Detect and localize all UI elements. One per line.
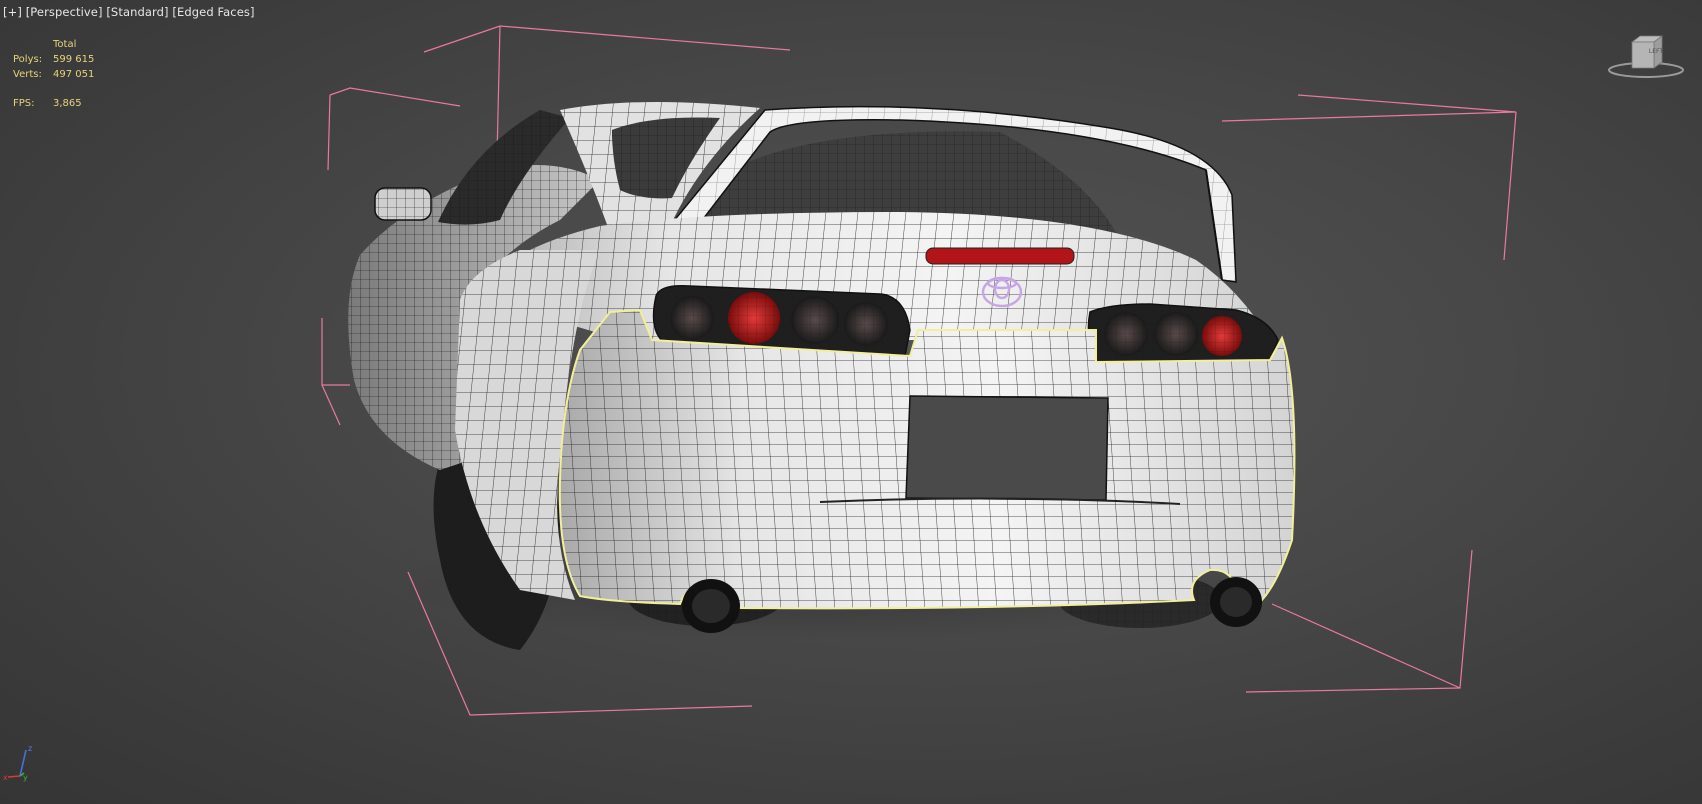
scene-canvas[interactable] xyxy=(0,0,1702,804)
polys-label: Polys: xyxy=(13,54,43,65)
third-brake-light xyxy=(925,247,1075,265)
shading-mode-button[interactable]: [Standard] xyxy=(106,5,168,19)
fps-value: 3,865 xyxy=(53,98,82,109)
display-mode-button[interactable]: [Edged Faces] xyxy=(172,5,254,19)
verts-value: 497 051 xyxy=(53,69,95,80)
side-mirror xyxy=(374,187,432,221)
verts-label: Verts: xyxy=(13,69,42,80)
axis-x-label: x xyxy=(3,773,8,782)
viewport-label-menu[interactable]: [+] [Perspective] [Standard] [Edged Face… xyxy=(3,5,255,19)
stats-header: Total xyxy=(53,39,77,50)
perspective-viewport[interactable]: [+] [Perspective] [Standard] [Edged Face… xyxy=(0,0,1702,804)
view-mode-button[interactable]: [Perspective] xyxy=(26,5,103,19)
fps-label: FPS: xyxy=(13,98,35,109)
axis-y-label: y xyxy=(23,773,28,782)
viewport-menu-button[interactable]: [+] xyxy=(3,5,22,19)
viewcube-face-label: LEFT xyxy=(1649,48,1663,55)
axis-tripod-icon: z x y xyxy=(3,744,32,782)
viewcube-icon[interactable]: LEFT xyxy=(1606,32,1686,84)
polys-value: 599 615 xyxy=(53,54,95,65)
scene-statistics: Total Polys: 599 615 Verts: 497 051 FPS: 3,… xyxy=(13,37,94,111)
axis-z-label: z xyxy=(28,744,32,753)
